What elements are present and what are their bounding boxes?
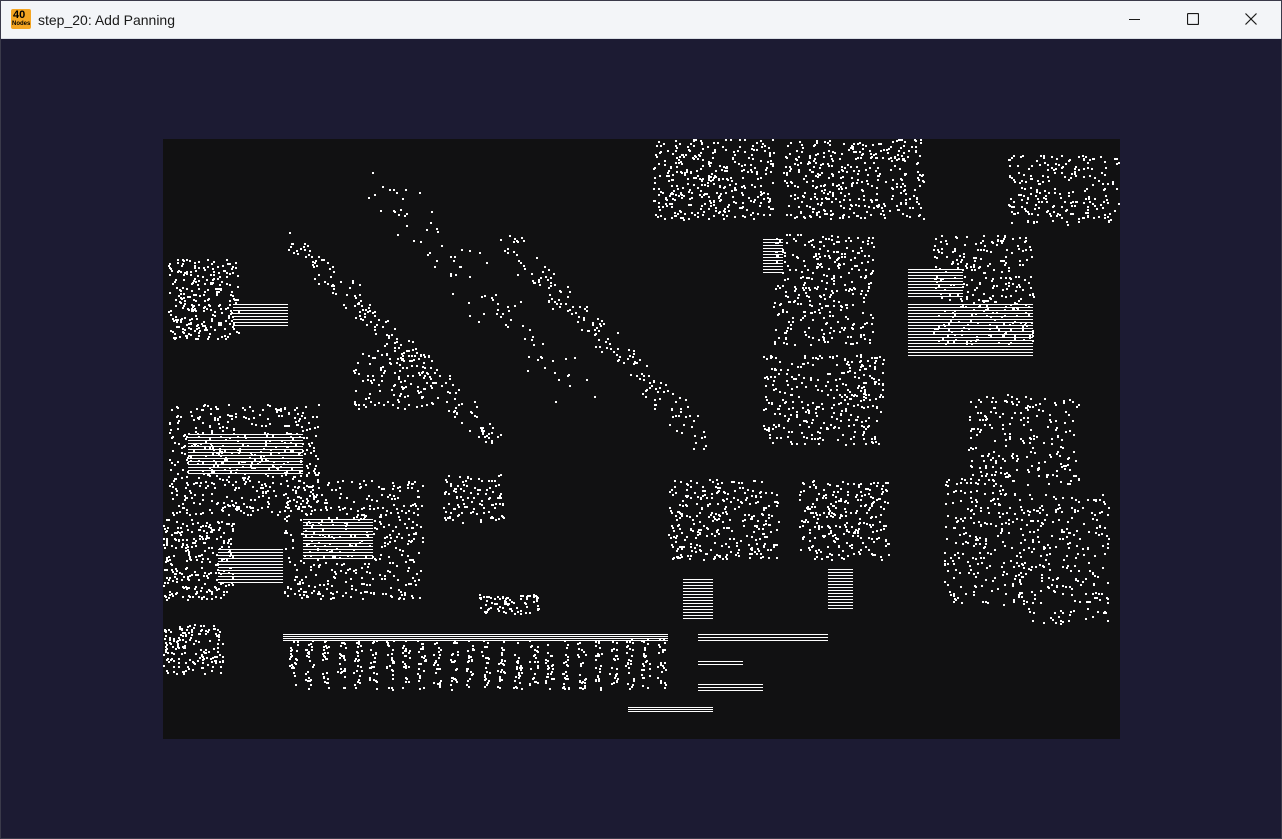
- close-button[interactable]: [1222, 1, 1280, 38]
- cell-pattern: [163, 139, 1120, 712]
- close-icon: [1245, 13, 1257, 25]
- maximize-button[interactable]: [1164, 1, 1222, 38]
- cellular-automaton-canvas[interactable]: [163, 139, 1120, 739]
- app-window: 40 Nodes step_20: Add Panning: [0, 0, 1282, 839]
- app-logo-top-text: 40: [13, 9, 26, 21]
- window-title: step_20: Add Panning: [38, 12, 176, 28]
- title-bar[interactable]: 40 Nodes step_20: Add Panning: [1, 1, 1281, 39]
- app-logo-bottom-text: Nodes: [12, 21, 31, 27]
- simulation-viewport[interactable]: [163, 139, 1120, 739]
- app-logo-icon: 40 Nodes: [11, 9, 31, 29]
- minimize-button[interactable]: [1106, 1, 1164, 38]
- maximize-icon: [1187, 13, 1199, 25]
- minimize-icon: [1129, 19, 1140, 20]
